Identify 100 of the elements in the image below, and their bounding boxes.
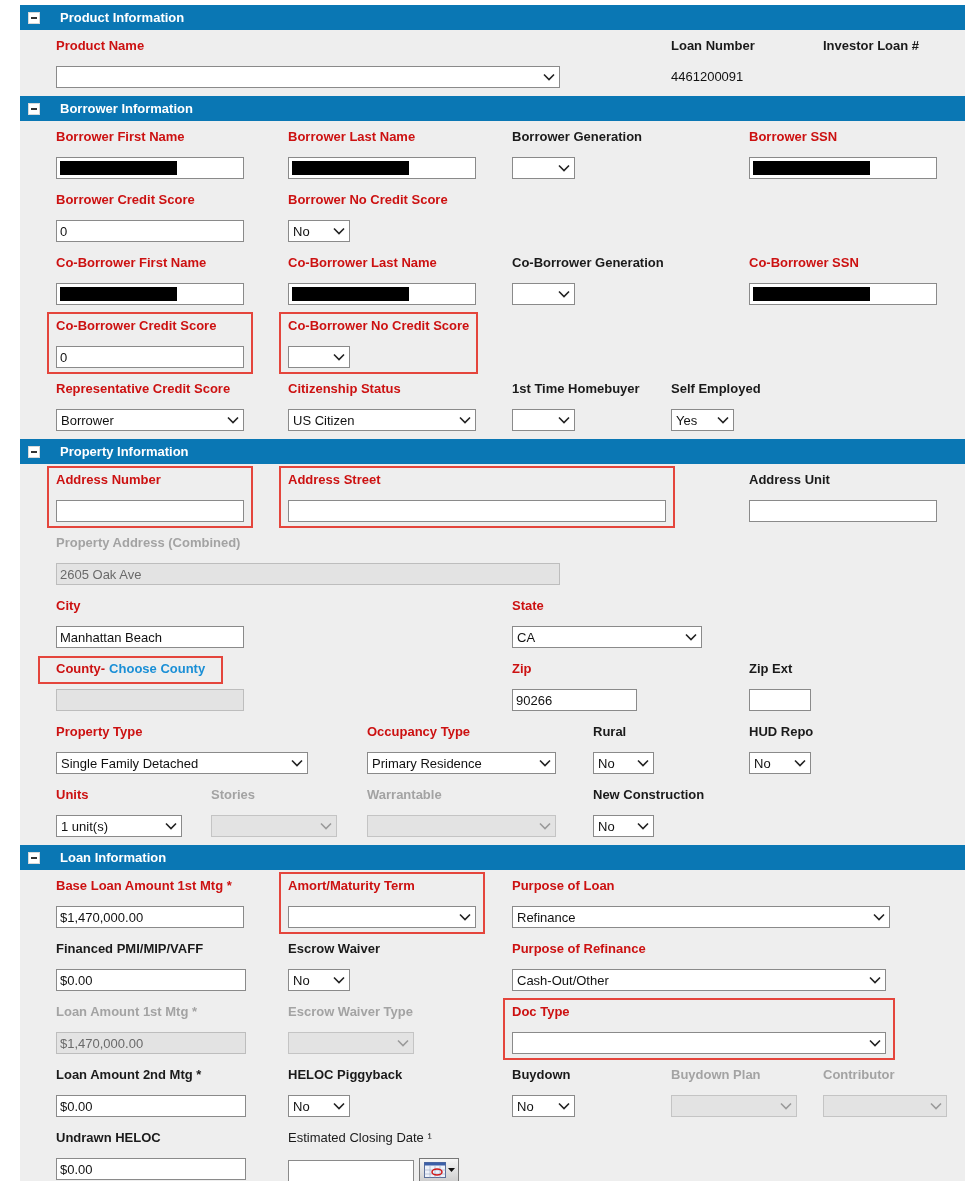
field-label: Property Address (Combined) (56, 535, 241, 551)
section-title: Loan Information (60, 850, 167, 865)
field-label: Estimated Closing Date ¹ (288, 1130, 432, 1146)
text-field[interactable]: Manhattan Beach (56, 626, 244, 648)
chevron-icon (873, 913, 885, 921)
chevron-icon (539, 759, 551, 767)
chevron-icon (291, 759, 303, 767)
field-label: Co-Borrower No Credit Score (288, 318, 470, 334)
section-title: Property Information (60, 444, 189, 459)
dropdown[interactable]: No (288, 969, 350, 991)
text-field[interactable]: 0 (56, 220, 244, 242)
text-field[interactable]: $1,470,000.00 (56, 906, 244, 928)
dropdown[interactable]: Primary Residence (367, 752, 556, 774)
field-label: Doc Type (512, 1004, 570, 1020)
field-label: Buydown (512, 1067, 571, 1083)
field-label: Amort/Maturity Term (288, 878, 415, 894)
chevron-icon (794, 759, 806, 767)
caret-icon (447, 1168, 455, 1172)
field-label: Address Unit (749, 472, 830, 488)
chevron-icon (717, 416, 729, 424)
collapse-icon[interactable] (28, 102, 40, 115)
field-label: Co-Borrower First Name (56, 255, 207, 271)
dropdown[interactable] (288, 906, 476, 928)
dropdown[interactable]: Borrower (56, 409, 244, 431)
field-label: Borrower No Credit Score (288, 192, 448, 208)
field-label: Co-Borrower Generation (512, 255, 664, 271)
text-field[interactable] (749, 689, 811, 711)
field-label: Escrow Waiver Type (288, 1004, 413, 1020)
text-field[interactable]: $0.00 (56, 969, 246, 991)
text-field[interactable] (288, 500, 666, 522)
field-label: Borrower First Name (56, 129, 185, 145)
field-label: Zip (512, 661, 532, 677)
field-label: Purpose of Refinance (512, 941, 646, 957)
dropdown[interactable] (512, 157, 575, 179)
field-label: Occupancy Type (367, 724, 471, 740)
text-field[interactable]: $0.00 (56, 1158, 246, 1180)
chevron-icon (333, 227, 345, 235)
field-label: Contributor (823, 1067, 895, 1083)
date-field[interactable] (288, 1160, 414, 1181)
dropdown[interactable]: No (593, 815, 654, 837)
dropdown[interactable]: US Citizen (288, 409, 476, 431)
collapse-icon[interactable] (28, 851, 40, 864)
chevron-icon (320, 822, 332, 830)
chevron-icon (459, 416, 471, 424)
collapse-icon[interactable] (28, 445, 40, 458)
field-label: Loan Amount 1st Mtg * (56, 1004, 198, 1020)
dropdown[interactable]: No (512, 1095, 575, 1117)
dropdown[interactable]: Single Family Detached (56, 752, 308, 774)
text-field[interactable] (749, 500, 937, 522)
field-label: Units (56, 787, 89, 803)
dropdown[interactable] (512, 1032, 886, 1054)
field-label: Loan Number (671, 38, 755, 54)
dropdown[interactable] (512, 409, 575, 431)
field-label: Purpose of Loan (512, 878, 615, 894)
chevron-icon (558, 164, 570, 172)
chevron-icon (333, 976, 345, 984)
chevron-icon (459, 913, 471, 921)
dropdown[interactable]: CA (512, 626, 702, 648)
collapse-icon[interactable] (28, 11, 40, 24)
field-label: Warrantable (367, 787, 442, 803)
chevron-icon (165, 822, 177, 830)
dropdown[interactable]: No (593, 752, 654, 774)
dropdown[interactable]: No (288, 1095, 350, 1117)
calendar-button[interactable] (419, 1158, 459, 1181)
field-label: Borrower Credit Score (56, 192, 195, 208)
field-label: Base Loan Amount 1st Mtg * (56, 878, 232, 894)
field-label: Investor Loan # (823, 38, 920, 54)
dropdown[interactable]: No (749, 752, 811, 774)
chevron-icon (333, 1102, 345, 1110)
field-label: Address Number (56, 472, 161, 488)
chevron-icon (227, 416, 239, 424)
field-label: Citizenship Status (288, 381, 401, 397)
dropdown[interactable]: No (288, 220, 350, 242)
text-field[interactable]: $0.00 (56, 1095, 246, 1117)
chevron-icon (780, 1102, 792, 1110)
field-label: Co-Borrower Last Name (288, 255, 437, 271)
dropdown[interactable]: Yes (671, 409, 734, 431)
chevron-icon (397, 1039, 409, 1047)
dropdown[interactable]: Refinance (512, 906, 890, 928)
dropdown[interactable]: Cash-Out/Other (512, 969, 886, 991)
chevron-icon (539, 822, 551, 830)
field-label: Co-Borrower SSN (749, 255, 859, 271)
chevron-icon (558, 416, 570, 424)
field-label: Loan Amount 2nd Mtg * (56, 1067, 202, 1083)
calendar-icon (423, 1162, 446, 1178)
field-label: Borrower Generation (512, 129, 643, 145)
dropdown[interactable] (512, 283, 575, 305)
chevron-icon (333, 353, 345, 361)
chevron-icon (543, 73, 555, 81)
text-field[interactable]: 0 (56, 346, 244, 368)
field-label: Undrawn HELOC (56, 1130, 161, 1146)
field-label: Zip Ext (749, 661, 793, 677)
dropdown[interactable] (288, 346, 350, 368)
section-title: Product Information (60, 10, 185, 25)
chevron-icon (637, 822, 649, 830)
text-field[interactable]: 90266 (512, 689, 637, 711)
field-label: Financed PMI/MIP/VAFF (56, 941, 204, 957)
dropdown[interactable]: 1 unit(s) (56, 815, 182, 837)
dropdown[interactable] (56, 66, 560, 88)
text-field[interactable] (56, 500, 244, 522)
